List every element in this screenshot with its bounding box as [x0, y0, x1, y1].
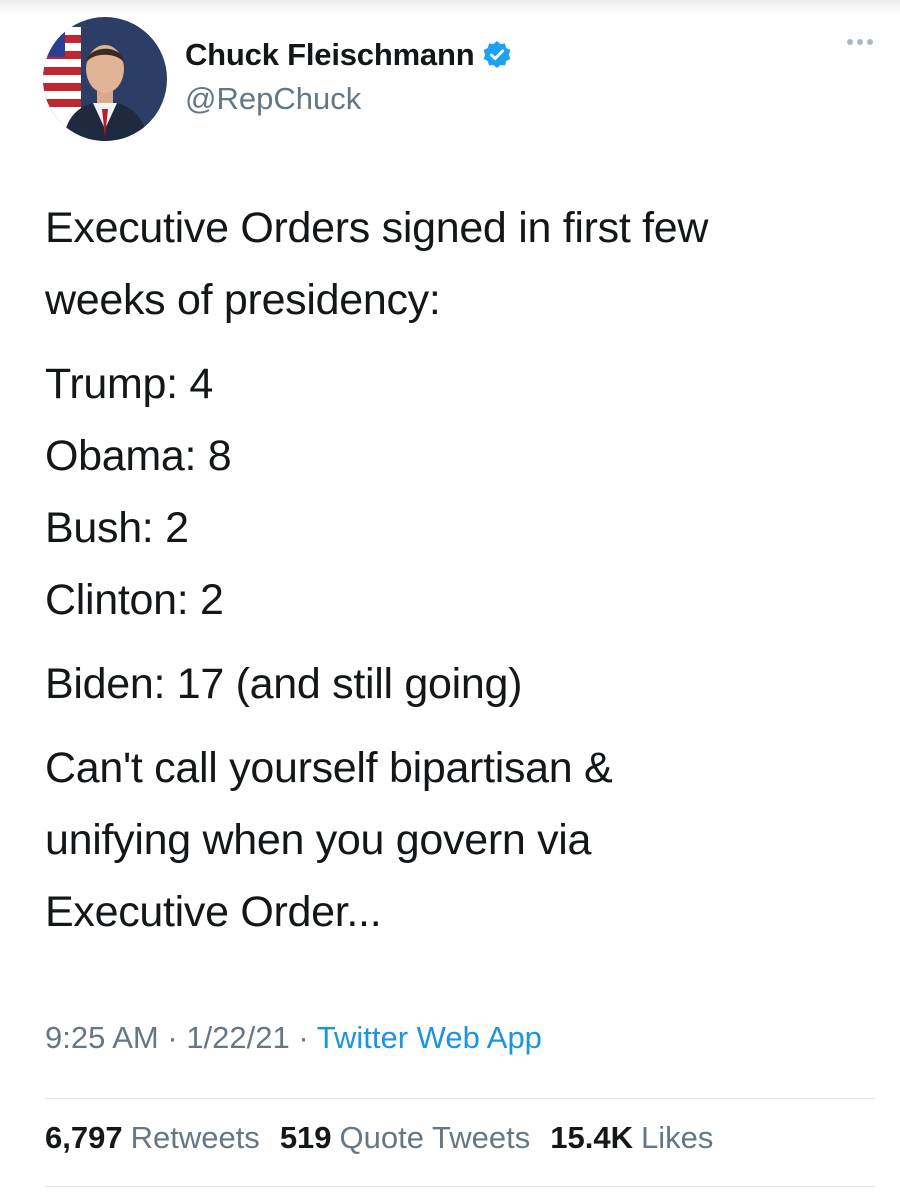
- separator: ·: [298, 1020, 309, 1055]
- tweet-line: Executive Orders signed in first few: [45, 204, 709, 252]
- tweet-line: unifying when you govern via: [45, 816, 592, 864]
- top-shadow: [0, 0, 900, 14]
- tweet-line: Obama: 8: [45, 432, 232, 480]
- quote-tweets-stat[interactable]: 519 Quote Tweets: [280, 1120, 530, 1156]
- retweets-stat[interactable]: 6,797 Retweets: [45, 1120, 260, 1156]
- display-name[interactable]: Chuck Fleischmann: [185, 37, 475, 73]
- verified-badge-icon: [482, 40, 512, 70]
- separator: ·: [167, 1020, 178, 1055]
- tweet-date[interactable]: 1/22/21: [186, 1020, 289, 1055]
- engagement-stats: 6,797 Retweets 519 Quote Tweets 15.4K Likes: [45, 1120, 713, 1156]
- quote-tweets-count: 519: [279, 1120, 332, 1155]
- source-link[interactable]: Twitter Web App: [317, 1020, 542, 1055]
- more-options-icon[interactable]: [847, 39, 873, 45]
- divider: [45, 1186, 875, 1187]
- likes-stat[interactable]: 15.4K Likes: [550, 1120, 713, 1156]
- avatar[interactable]: [43, 17, 167, 141]
- tweet-line: Can't call yourself bipartisan &: [45, 744, 613, 792]
- tweet-text: Executive Orders signed in first few wee…: [45, 192, 865, 948]
- tweet-line: Executive Order...: [45, 888, 382, 936]
- likes-count: 15.4K: [550, 1120, 633, 1155]
- dot-icon: [867, 39, 873, 45]
- retweets-label: Retweets: [130, 1120, 260, 1155]
- tweet-time[interactable]: 9:25 AM: [45, 1020, 159, 1055]
- tweet-line: Bush: 2: [45, 504, 189, 552]
- tweet-line: Biden: 17 (and still going): [45, 660, 523, 708]
- divider: [45, 1098, 875, 1099]
- dot-icon: [857, 39, 863, 45]
- tweet-header: Chuck Fleischmann @RepChuck: [43, 17, 873, 141]
- tweet-meta: 9:25 AM · 1/22/21 · Twitter Web App: [45, 1020, 542, 1056]
- user-handle[interactable]: @RepChuck: [185, 81, 361, 117]
- likes-label: Likes: [641, 1120, 714, 1155]
- quote-tweets-label: Quote Tweets: [339, 1120, 531, 1155]
- tweet-line: Trump: 4: [45, 360, 214, 408]
- tweet-line: Clinton: 2: [45, 576, 224, 624]
- retweets-count: 6,797: [45, 1120, 123, 1155]
- tweet-line: weeks of presidency:: [45, 276, 441, 324]
- dot-icon: [847, 39, 853, 45]
